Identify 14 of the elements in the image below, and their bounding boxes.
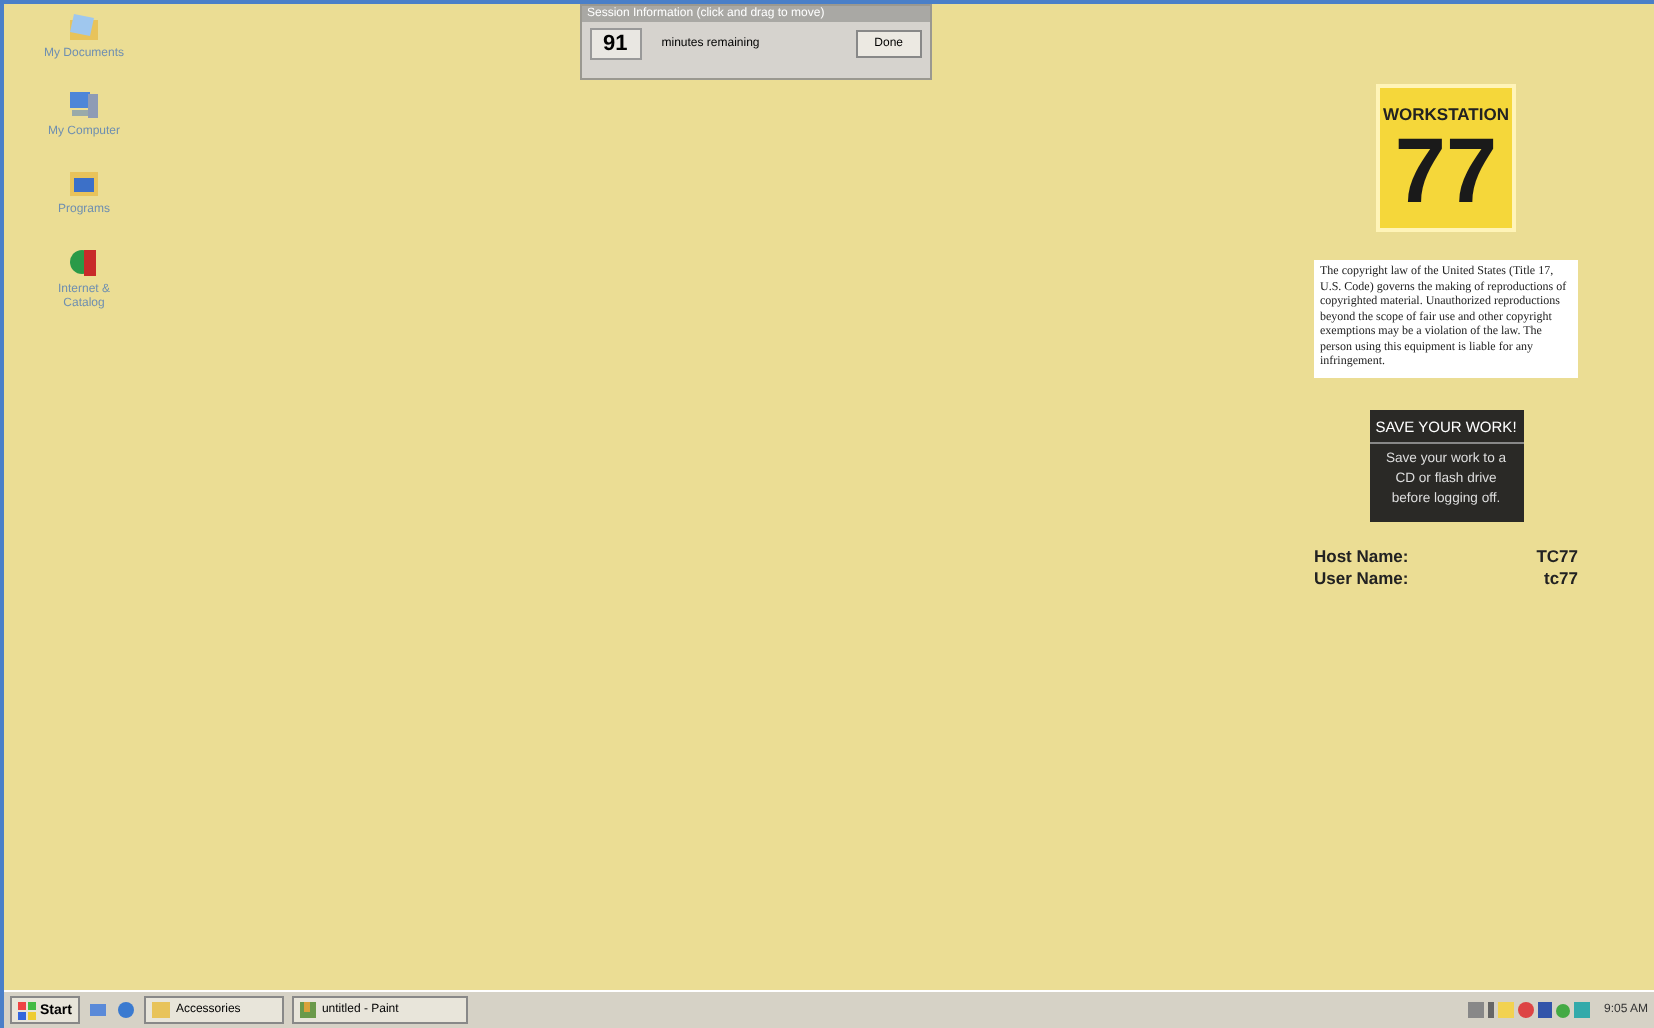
paint-icon	[299, 1002, 316, 1018]
info-value: tc77	[1541, 568, 1578, 589]
windows-logo-icon	[18, 1001, 36, 1019]
folder-icon	[151, 1002, 170, 1018]
info-label: Host Name:	[1314, 546, 1411, 567]
workstation-number: 77	[1394, 124, 1498, 216]
workstation-label: WORKSTATION	[1383, 104, 1509, 124]
computer-icon	[66, 86, 102, 123]
browser-icon[interactable]	[115, 1000, 136, 1020]
info-label: User Name:	[1314, 568, 1411, 589]
network-icon[interactable]	[1487, 1002, 1494, 1018]
info-value: TC77	[1536, 546, 1578, 567]
document-folder-icon	[66, 8, 102, 44]
minutes-counter: 91	[589, 28, 642, 60]
